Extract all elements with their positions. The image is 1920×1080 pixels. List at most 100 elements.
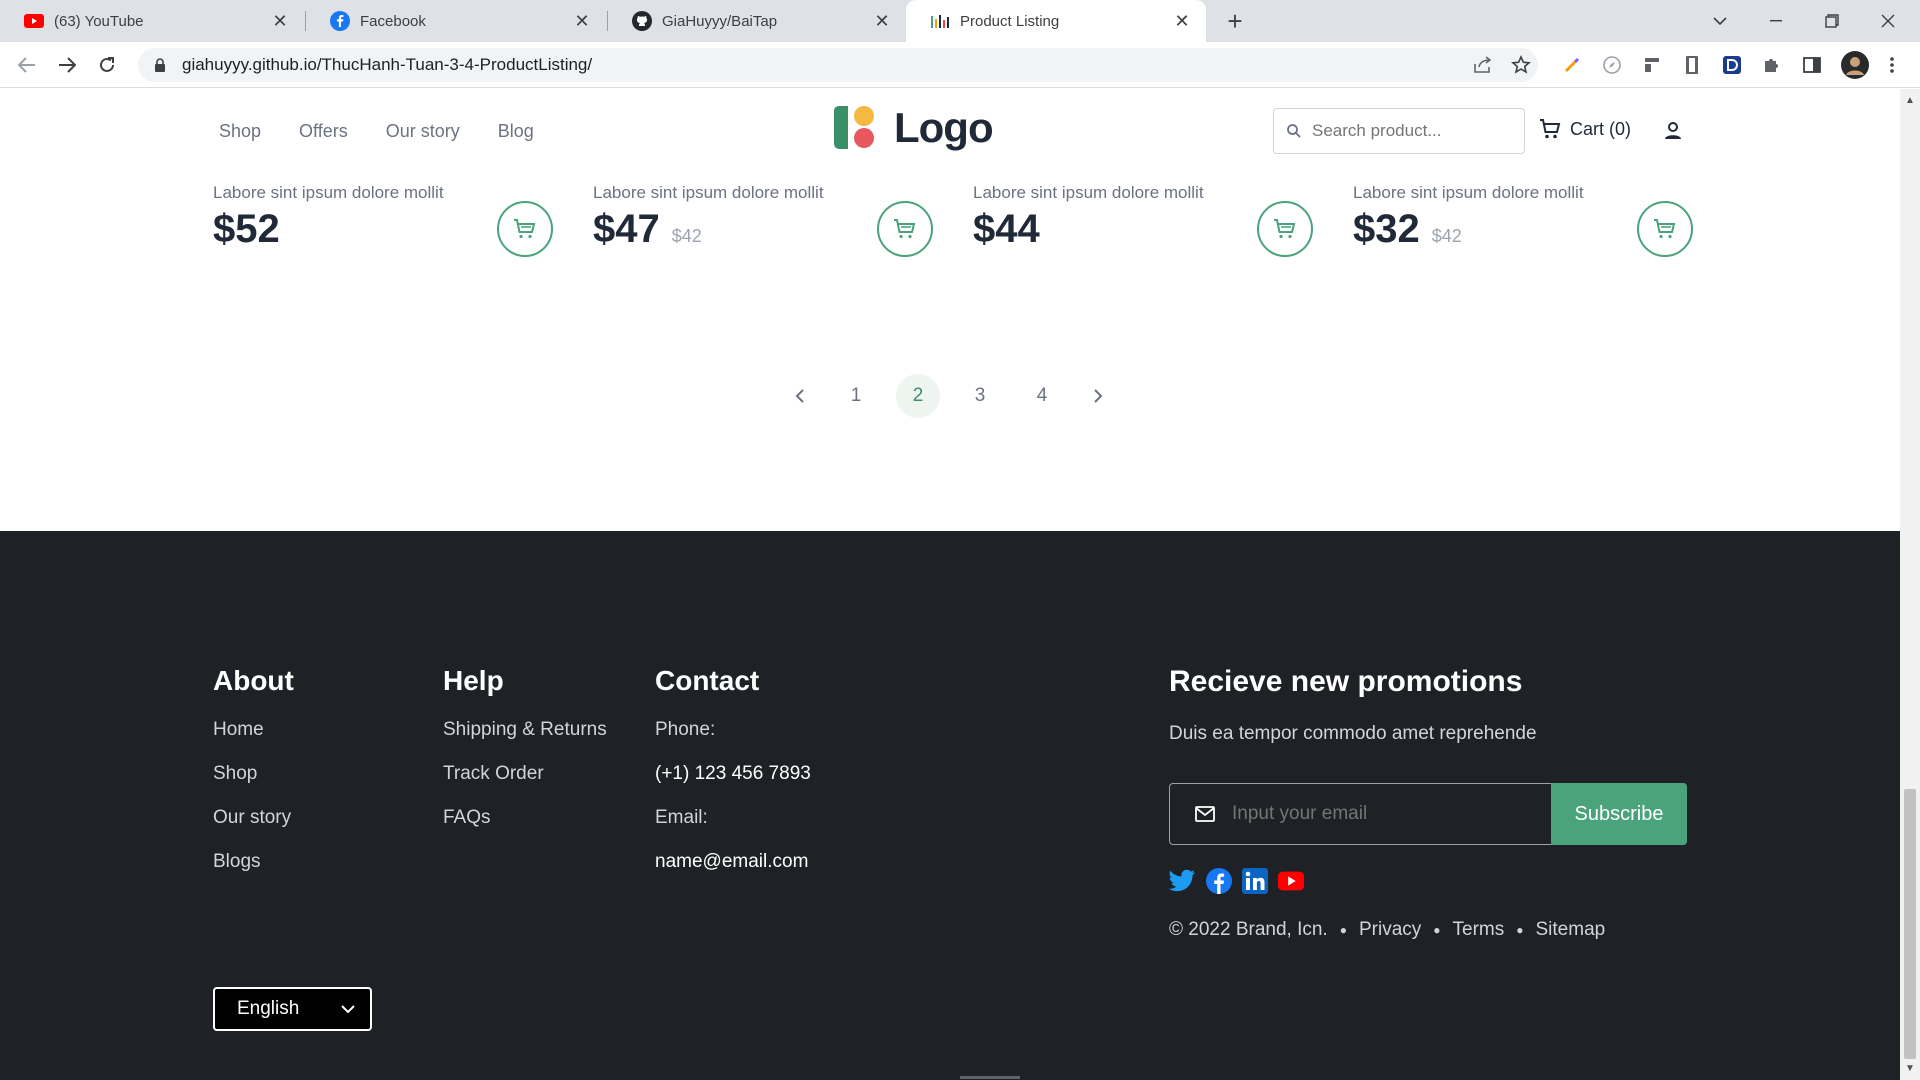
- grid-extension-icon[interactable]: [1641, 54, 1663, 76]
- bookmark-star-icon[interactable]: [1510, 54, 1532, 76]
- minimize-button[interactable]: [1748, 0, 1804, 42]
- side-panel-icon[interactable]: [1801, 54, 1823, 76]
- add-to-cart-button[interactable]: [1257, 201, 1313, 257]
- chevron-down-icon: [1713, 17, 1727, 25]
- tab-youtube[interactable]: (63) YouTube ✕: [0, 0, 304, 42]
- new-tab-button[interactable]: +: [1220, 6, 1250, 36]
- tab-title: (63) YouTube: [54, 12, 144, 30]
- copyright-text: © 2022 Brand, Icn.: [1169, 919, 1328, 940]
- privacy-link[interactable]: Privacy: [1359, 919, 1421, 941]
- share-icon[interactable]: [1472, 54, 1494, 76]
- footer-link-faqs[interactable]: FAQs: [443, 807, 607, 829]
- product-card[interactable]: Labore sint ipsum dolore mollit $47 $42: [593, 183, 933, 273]
- nav-offers[interactable]: Offers: [299, 121, 348, 142]
- product-price: $52: [213, 207, 280, 251]
- footer-link-shipping-returns[interactable]: Shipping & Returns: [443, 719, 607, 741]
- page-3-button[interactable]: 3: [958, 374, 1002, 418]
- document-extension-icon[interactable]: [1681, 54, 1703, 76]
- back-button[interactable]: [12, 50, 42, 80]
- next-page-button[interactable]: [1082, 374, 1114, 418]
- footer-link-track-order[interactable]: Track Order: [443, 763, 607, 785]
- subscribe-button[interactable]: Subscribe: [1551, 783, 1687, 845]
- phone-number[interactable]: (+1) 123 456 7893: [655, 763, 811, 785]
- phone-label: Phone:: [655, 719, 716, 740]
- tab-github[interactable]: GiaHuyyy/BaiTap ✕: [608, 0, 906, 42]
- cart-icon: [1274, 219, 1296, 239]
- add-to-cart-button[interactable]: [877, 201, 933, 257]
- reload-button[interactable]: [92, 50, 122, 80]
- footer-contact-column: Contact Phone: (+1) 123 456 7893 Email: …: [655, 665, 811, 895]
- chevron-left-icon: [795, 389, 804, 403]
- product-card[interactable]: Labore sint ipsum dolore mollit $44: [973, 183, 1313, 273]
- compass-extension-icon[interactable]: [1601, 54, 1623, 76]
- site-logo[interactable]: Logo: [830, 103, 994, 153]
- chevron-right-icon: [1094, 389, 1103, 403]
- email-address[interactable]: name@email.com: [655, 851, 811, 873]
- page-1-button[interactable]: 1: [834, 374, 878, 418]
- add-to-cart-button[interactable]: [1637, 201, 1693, 257]
- tab-search-button[interactable]: [1692, 0, 1748, 42]
- tab-facebook[interactable]: Facebook ✕: [306, 0, 606, 42]
- scroll-down-arrow-icon[interactable]: ▼: [1905, 1063, 1915, 1074]
- puzzle-extensions-icon[interactable]: [1761, 54, 1783, 76]
- twitter-icon[interactable]: [1169, 867, 1197, 895]
- nav-our-story[interactable]: Our story: [386, 121, 460, 142]
- search-box[interactable]: [1273, 108, 1525, 154]
- cart-icon: [894, 219, 916, 239]
- product-card[interactable]: Labore sint ipsum dolore mollit $52: [213, 183, 553, 273]
- close-window-button[interactable]: [1860, 0, 1916, 42]
- language-select[interactable]: English: [213, 987, 372, 1031]
- youtube-icon[interactable]: [1277, 867, 1305, 895]
- d-extension-icon[interactable]: [1721, 54, 1743, 76]
- tab-product-listing[interactable]: Product Listing ✕: [906, 0, 1206, 42]
- linkedin-icon[interactable]: [1241, 867, 1269, 895]
- page-4-button[interactable]: 4: [1020, 374, 1064, 418]
- product-old-price: $42: [671, 226, 702, 246]
- close-icon[interactable]: ✕: [270, 11, 290, 31]
- product-name: Labore sint ipsum dolore mollit: [593, 183, 824, 202]
- user-icon[interactable]: [1661, 119, 1685, 143]
- site-footer: About Home Shop Our story Blogs Help Shi…: [0, 531, 1900, 1080]
- mail-icon: [1195, 806, 1215, 822]
- scroll-up-arrow-icon[interactable]: ▲: [1905, 95, 1915, 106]
- page-content: Shop Offers Our story Blog Logo Cart (0)…: [0, 89, 1900, 1080]
- previous-page-button[interactable]: [784, 374, 816, 418]
- product-card[interactable]: Labore sint ipsum dolore mollit $32 $42: [1353, 183, 1693, 273]
- forward-button[interactable]: [52, 50, 82, 80]
- more-menu-icon[interactable]: [1881, 54, 1903, 76]
- footer-link-shop[interactable]: Shop: [213, 763, 294, 785]
- scrollbar-thumb[interactable]: [1904, 789, 1916, 1059]
- cart-icon: [1540, 119, 1561, 139]
- nav-shop[interactable]: Shop: [219, 121, 261, 142]
- tab-title: GiaHuyyy/BaiTap: [662, 12, 778, 30]
- profile-avatar[interactable]: [1841, 51, 1869, 79]
- page-2-button[interactable]: 2: [896, 374, 940, 418]
- cart-button[interactable]: Cart (0): [1538, 117, 1631, 141]
- close-icon[interactable]: ✕: [872, 11, 892, 31]
- search-icon: [1287, 124, 1301, 138]
- add-to-cart-button[interactable]: [497, 201, 553, 257]
- page-scrollbar[interactable]: ▲ ▼: [1900, 89, 1920, 1080]
- footer-link-our-story[interactable]: Our story: [213, 807, 294, 829]
- close-icon[interactable]: ✕: [572, 11, 592, 31]
- email-input[interactable]: [1232, 803, 1551, 825]
- nav-blog[interactable]: Blog: [498, 121, 534, 142]
- color-picker-extension-icon[interactable]: [1561, 54, 1583, 76]
- footer-link-blogs[interactable]: Blogs: [213, 851, 294, 873]
- separator-dot: ●: [1339, 923, 1347, 937]
- footer-link-home[interactable]: Home: [213, 719, 294, 741]
- terms-link[interactable]: Terms: [1453, 919, 1505, 941]
- sitemap-link[interactable]: Sitemap: [1536, 919, 1606, 941]
- search-input[interactable]: [1312, 121, 1502, 141]
- social-links: [1169, 867, 1305, 895]
- restore-button[interactable]: [1804, 0, 1860, 42]
- address-bar[interactable]: giahuyyy.github.io/ThucHanh-Tuan-3-4-Pro…: [138, 48, 1538, 82]
- promotions-subtitle: Duis ea tempor commodo amet reprehende: [1169, 723, 1537, 744]
- facebook-icon[interactable]: [1205, 867, 1233, 895]
- footer-help-heading: Help: [443, 665, 504, 696]
- promotions-section: Recieve new promotions Duis ea tempor co…: [1169, 665, 1687, 940]
- subscribe-form: Subscribe: [1169, 783, 1687, 845]
- product-price: $32: [1353, 207, 1420, 251]
- close-icon[interactable]: ✕: [1172, 11, 1192, 31]
- chevron-down-icon: [341, 1005, 355, 1014]
